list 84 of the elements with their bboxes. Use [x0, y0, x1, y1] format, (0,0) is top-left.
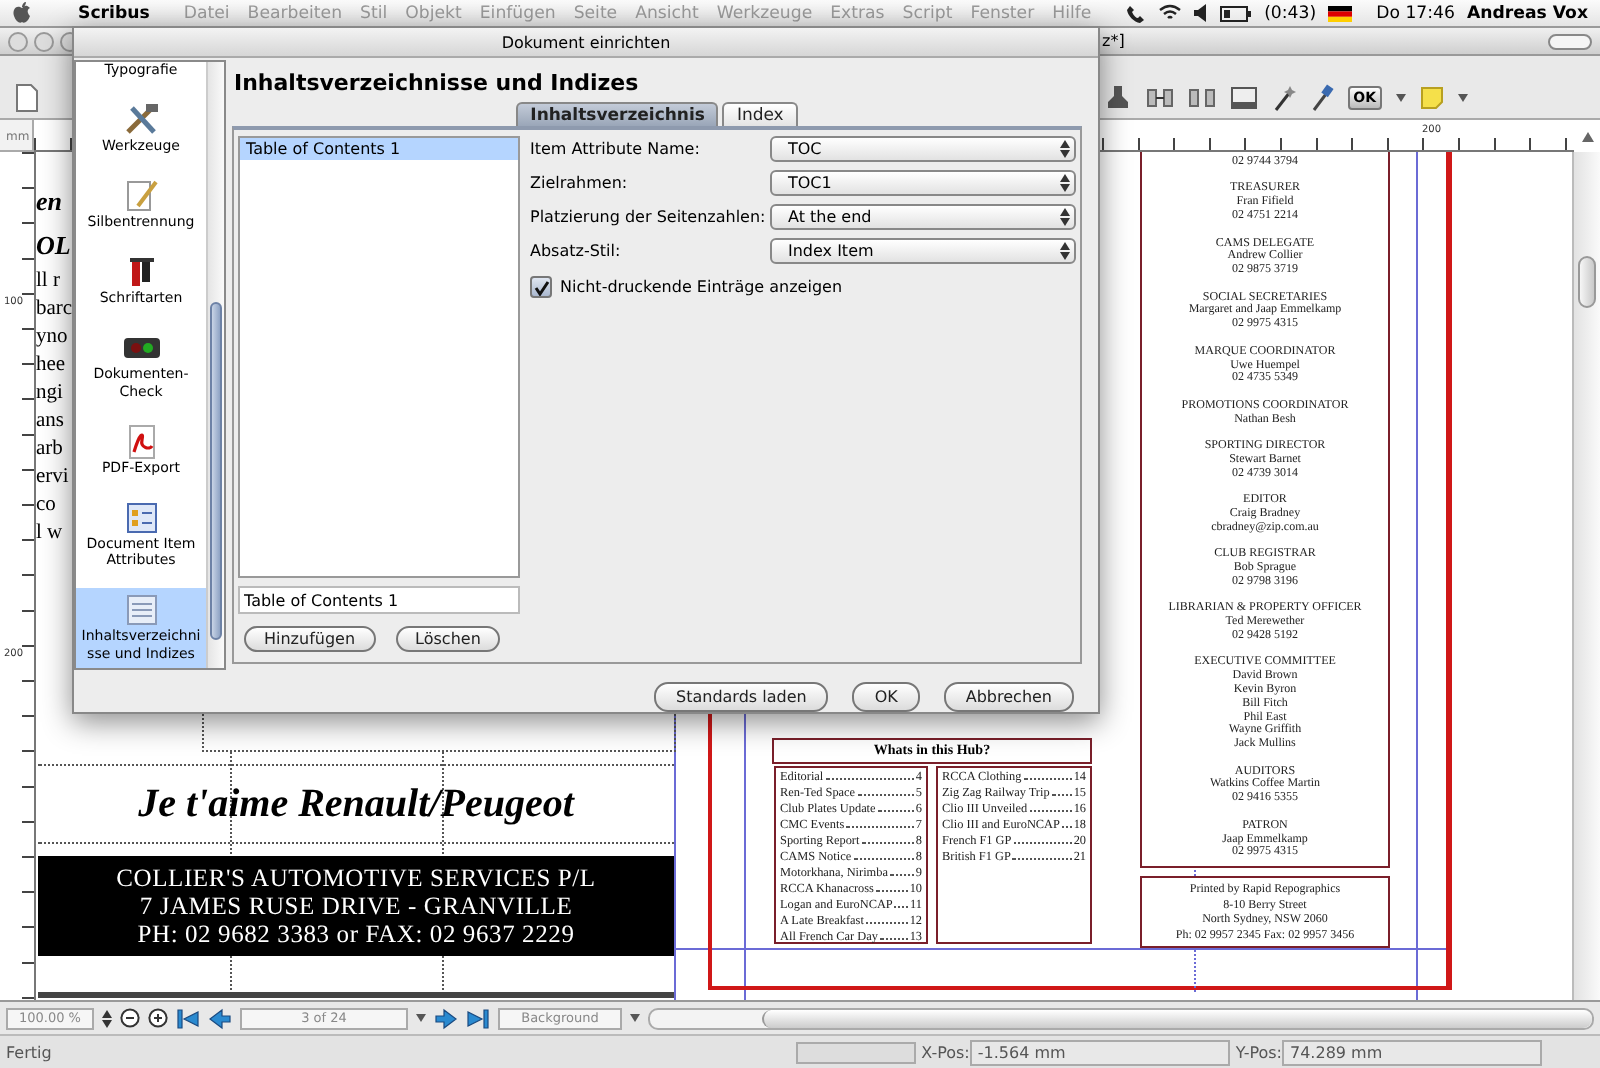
text-fragment: en: [36, 184, 64, 220]
field-label: Absatz-Stil:: [530, 242, 623, 260]
hammer-wrench-icon: [121, 102, 161, 138]
banner-text: COLLIER'S AUTOMOTIVE SERVICES P/L: [116, 864, 596, 892]
banner-text: 7 JAMES RUSE DRIVE - GRANVILLE: [139, 892, 573, 920]
stepper-arrows-icon: [1060, 208, 1070, 226]
text-fragment: ervi: [36, 464, 71, 492]
stepper-arrows-icon: [102, 1009, 112, 1027]
text-fragment: hee: [36, 352, 68, 380]
caret-icon: [1396, 94, 1406, 102]
defaults-button[interactable]: Standards laden: [654, 682, 829, 712]
checkbox-label: Nicht-druckende Einträge anzeigen: [560, 278, 843, 296]
x-position-label: X-Pos:: [921, 1043, 970, 1061]
field-label: Item Attribute Name:: [530, 140, 702, 158]
quill-page-icon: [121, 178, 161, 214]
apple-logo-icon[interactable]: [12, 2, 32, 24]
dialog-title: Dokument einrichten: [74, 28, 1098, 58]
vertical-scrollbar[interactable]: [1572, 152, 1600, 1000]
link-frames-icon[interactable]: [1145, 86, 1174, 110]
text-fragment: ans: [36, 408, 66, 436]
dropdown[interactable]: Index Item: [770, 238, 1076, 264]
tab[interactable]: Inhaltsverzeichnis: [516, 102, 719, 126]
flag-icon[interactable]: [1328, 5, 1353, 21]
user-name[interactable]: Andreas Vox: [1466, 3, 1588, 23]
text-fragment: OL: [36, 228, 73, 264]
status-message: Fertig: [6, 1043, 52, 1061]
cancel-button[interactable]: Abbrechen: [943, 682, 1074, 712]
caret-icon: [630, 1014, 640, 1022]
x-position-field: -1.564 mm: [969, 1039, 1230, 1065]
scroll-up-icon[interactable]: [1581, 131, 1593, 141]
panel-heading: Inhaltsverzeichnisse und Indizes: [234, 70, 641, 96]
text-fragment: arb: [36, 436, 65, 464]
text-fragment: co: [36, 492, 58, 520]
battery-icon[interactable]: [1220, 5, 1253, 21]
previous-page-icon[interactable]: [208, 1007, 232, 1029]
stepper-arrows-icon: [1060, 242, 1070, 260]
next-page-icon[interactable]: [434, 1007, 458, 1029]
text-fragment: ngi: [36, 380, 65, 408]
magic-wand-icon[interactable]: [1271, 84, 1296, 112]
stepper-arrows-icon: [1060, 140, 1070, 158]
caret-icon: [1458, 94, 1468, 102]
contents-page-icon: [121, 592, 161, 628]
attribute-list-icon: [121, 499, 161, 535]
headline: Je t'aime Renault/Peugeot: [138, 781, 574, 827]
last-page-icon[interactable]: [466, 1007, 490, 1029]
dropdown[interactable]: TOC1: [770, 170, 1076, 196]
zoom-in-icon[interactable]: [148, 1008, 168, 1028]
toolbar-toggle-icon[interactable]: [1548, 33, 1592, 49]
wifi-icon[interactable]: [1158, 4, 1183, 22]
text-fragment: yno: [36, 324, 70, 352]
speaker-icon[interactable]: [1194, 4, 1209, 22]
sidebar-scrollbar[interactable]: [206, 62, 224, 668]
y-position-field: 74.289 mm: [1282, 1039, 1542, 1065]
caret-icon: [416, 1014, 426, 1022]
delete-button[interactable]: Löschen: [395, 626, 501, 652]
list-item[interactable]: Table of Contents 1: [240, 138, 518, 160]
text-fragment: ll r: [36, 268, 62, 296]
zoom-out-icon[interactable]: [120, 1008, 140, 1028]
tab[interactable]: Index: [722, 102, 798, 126]
frame-icon[interactable]: [1229, 86, 1258, 110]
name-field[interactable]: Table of Contents 1: [238, 586, 520, 614]
field-label: Zielrahmen:: [530, 174, 630, 192]
add-button[interactable]: Hinzufügen: [244, 626, 376, 652]
horizontal-scrollbar[interactable]: [648, 1007, 1594, 1029]
window-title: z*]: [1102, 32, 1125, 50]
text-fragment: barc: [36, 296, 73, 324]
banner-text: PH: 02 9682 3383 or FAX: 02 9637 2229: [137, 920, 575, 948]
app-menu[interactable]: Scribus: [78, 3, 150, 23]
checkbox[interactable]: [530, 276, 552, 298]
unlink-frames-icon[interactable]: [1187, 86, 1216, 110]
dropdown[interactable]: TOC: [770, 136, 1076, 162]
new-document-icon[interactable]: [16, 84, 38, 112]
first-page-icon[interactable]: [176, 1007, 200, 1029]
text-fragment: l w: [36, 520, 65, 548]
dropdown[interactable]: At the end: [770, 204, 1076, 230]
eyedropper-icon[interactable]: [1309, 84, 1334, 112]
stamp-icon[interactable]: [1103, 84, 1132, 112]
field-label: Platzierung der Seitenzahlen:: [530, 208, 768, 226]
battery-time: (0:43): [1264, 3, 1317, 23]
phone-icon[interactable]: [1126, 3, 1147, 23]
ok-button[interactable]: OK: [852, 682, 920, 712]
y-position-label: Y-Pos:: [1235, 1043, 1282, 1061]
stepper-arrows-icon: [1060, 174, 1070, 192]
menu-clock[interactable]: Do 17:46: [1376, 3, 1455, 23]
